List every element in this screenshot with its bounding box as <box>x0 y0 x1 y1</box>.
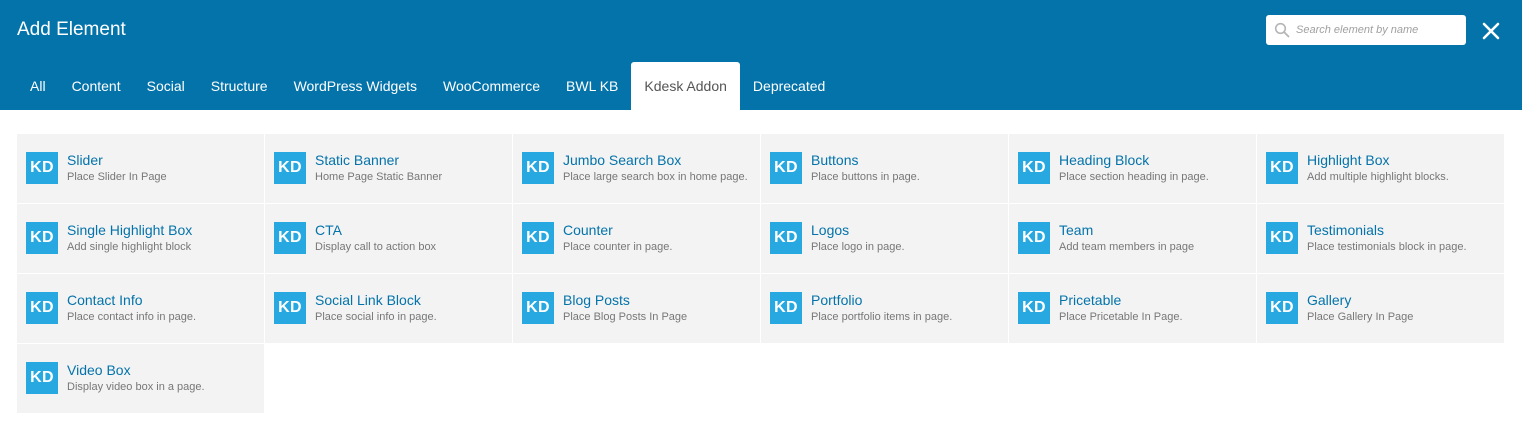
element-card-contact-info[interactable]: KD Contact Info Place contact info in page… <box>17 274 264 343</box>
element-description: Place logo in page. <box>811 241 905 253</box>
element-description: Place portfolio items in page. <box>811 311 953 323</box>
kd-icon: KD <box>522 152 554 184</box>
element-description: Place Pricetable In Page. <box>1059 311 1183 323</box>
kd-icon: KD <box>1018 152 1050 184</box>
element-card-video-box[interactable]: KD Video Box Display video box in a page. <box>17 344 264 413</box>
kd-icon: KD <box>770 222 802 254</box>
element-description: Place counter in page. <box>563 241 673 253</box>
tab-kdesk-addon[interactable]: Kdesk Addon <box>631 62 740 110</box>
element-card-pricetable[interactable]: KD Pricetable Place Pricetable In Page. <box>1009 274 1256 343</box>
element-description: Add multiple highlight blocks. <box>1307 171 1449 183</box>
element-name: Team <box>1059 222 1094 238</box>
element-card-logos[interactable]: KD Logos Place logo in page. <box>761 204 1008 273</box>
search-icon <box>1274 22 1290 38</box>
element-name: Testimonials <box>1307 222 1385 238</box>
kd-icon: KD <box>26 152 58 184</box>
element-card-testimonials[interactable]: KD Testimonials Place testimonials block i… <box>1257 204 1504 273</box>
tab-structure[interactable]: Structure <box>198 62 281 110</box>
element-name: Contact Info <box>67 292 143 308</box>
element-card-buttons[interactable]: KD Buttons Place buttons in page. <box>761 134 1008 203</box>
kd-icon: KD <box>1266 222 1298 254</box>
element-card-static-banner[interactable]: KD Static Banner Home Page Static Banner <box>265 134 512 203</box>
kd-icon: KD <box>522 222 554 254</box>
element-name: Gallery <box>1307 292 1352 308</box>
kd-icon: KD <box>274 222 306 254</box>
element-name: Video Box <box>67 362 131 378</box>
kd-icon: KD <box>1266 152 1298 184</box>
element-description: Place testimonials block in page. <box>1307 241 1467 253</box>
element-name: Static Banner <box>315 152 400 168</box>
tab-content[interactable]: Content <box>59 62 134 110</box>
modal-header: Add Element All Content Social Structure… <box>0 0 1522 110</box>
element-card-highlight-box[interactable]: KD Highlight Box Add multiple highlight bl… <box>1257 134 1504 203</box>
element-grid: KD Slider Place Slider In Page KD Static Ban… <box>17 134 1505 413</box>
element-description: Place buttons in page. <box>811 171 920 183</box>
element-name: Heading Block <box>1059 152 1150 168</box>
element-description: Place section heading in page. <box>1059 171 1209 183</box>
category-tabs: All Content Social Structure WordPress W… <box>17 62 838 110</box>
element-name: Blog Posts <box>563 292 630 308</box>
kd-icon: KD <box>26 292 58 324</box>
close-icon[interactable] <box>1480 20 1502 42</box>
search-input[interactable] <box>1296 15 1460 45</box>
element-name: Portfolio <box>811 292 863 308</box>
kd-icon: KD <box>770 292 802 324</box>
search-box[interactable] <box>1266 15 1466 45</box>
element-description: Add team members in page <box>1059 241 1195 253</box>
element-name: Pricetable <box>1059 292 1122 308</box>
element-description: Place Slider In Page <box>67 171 167 183</box>
element-card-counter[interactable]: KD Counter Place counter in page. <box>513 204 760 273</box>
element-name: Single Highlight Box <box>67 222 193 238</box>
tab-deprecated[interactable]: Deprecated <box>740 62 838 110</box>
element-card-slider[interactable]: KD Slider Place Slider In Page <box>17 134 264 203</box>
element-name: Counter <box>563 222 613 238</box>
tab-woocommerce[interactable]: WooCommerce <box>430 62 553 110</box>
element-card-team[interactable]: KD Team Add team members in page <box>1009 204 1256 273</box>
element-card-cta[interactable]: KD CTA Display call to action box <box>265 204 512 273</box>
element-card-gallery[interactable]: KD Gallery Place Gallery In Page <box>1257 274 1504 343</box>
element-name: CTA <box>315 222 342 238</box>
kd-icon: KD <box>26 222 58 254</box>
tab-all[interactable]: All <box>17 62 59 110</box>
element-description: Add single highlight block <box>67 241 192 253</box>
kd-icon: KD <box>26 362 58 394</box>
element-card-single-highlight-box[interactable]: KD Single Highlight Box Add single highlig… <box>17 204 264 273</box>
element-card-social-link-block[interactable]: KD Social Link Block Place social info in … <box>265 274 512 343</box>
element-card-blog-posts[interactable]: KD Blog Posts Place Blog Posts In Page <box>513 274 760 343</box>
kd-icon: KD <box>1018 222 1050 254</box>
element-description: Place large search box in home page. <box>563 171 748 183</box>
element-name: Slider <box>67 152 103 168</box>
element-name: Jumbo Search Box <box>563 152 682 168</box>
kd-icon: KD <box>274 152 306 184</box>
element-description: Place social info in page. <box>315 311 437 323</box>
kd-icon: KD <box>1266 292 1298 324</box>
element-name: Buttons <box>811 152 859 168</box>
modal-title: Add Element <box>17 19 126 40</box>
element-description: Display video box in a page. <box>67 381 205 393</box>
element-card-heading-block[interactable]: KD Heading Block Place section heading in … <box>1009 134 1256 203</box>
kd-icon: KD <box>1018 292 1050 324</box>
kd-icon: KD <box>770 152 802 184</box>
element-name: Logos <box>811 222 850 238</box>
element-description: Place contact info in page. <box>67 311 197 323</box>
kd-icon: KD <box>522 292 554 324</box>
tab-bwl-kb[interactable]: BWL KB <box>553 62 631 110</box>
element-card-jumbo-search-box[interactable]: KD Jumbo Search Box Place large search box… <box>513 134 760 203</box>
element-card-portfolio[interactable]: KD Portfolio Place portfolio items in page… <box>761 274 1008 343</box>
element-name: Highlight Box <box>1307 152 1390 168</box>
kd-icon: KD <box>274 292 306 324</box>
element-description: Place Blog Posts In Page <box>563 311 688 323</box>
tab-social[interactable]: Social <box>134 62 198 110</box>
element-name: Social Link Block <box>315 292 421 308</box>
tab-wordpress-widgets[interactable]: WordPress Widgets <box>281 62 430 110</box>
element-description: Home Page Static Banner <box>315 171 443 183</box>
element-description: Place Gallery In Page <box>1307 311 1414 323</box>
element-description: Display call to action box <box>315 241 437 253</box>
